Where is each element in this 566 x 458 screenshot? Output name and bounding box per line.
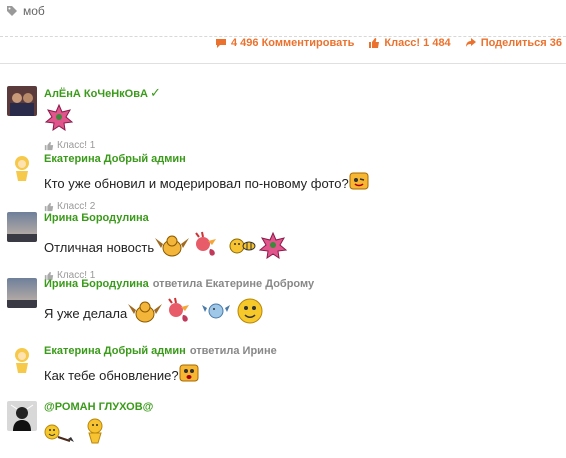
avatar[interactable] bbox=[7, 86, 37, 116]
flower-sticker-icon bbox=[258, 231, 288, 264]
separator bbox=[0, 63, 566, 64]
love-bird-sticker-icon bbox=[190, 231, 222, 264]
comment-body: Екатерина Добрый админ Кто уже обновил и… bbox=[44, 153, 562, 212]
comment-author[interactable]: Ирина Бородулина bbox=[44, 278, 149, 290]
blue-bird-sticker-icon bbox=[201, 298, 231, 329]
comment-item: АлЁнА КоЧеНкОвА ✓ Класс! 1 bbox=[7, 86, 562, 151]
comment-like-count: Класс! 2 bbox=[57, 201, 96, 212]
surprised-smiley-icon bbox=[179, 364, 199, 387]
like-count: Класс! 1 484 bbox=[384, 37, 451, 49]
wink-smiley-icon bbox=[349, 172, 369, 195]
comment-author[interactable]: @РОМАН ГЛУХОВ@ bbox=[44, 401, 153, 413]
comment-text bbox=[44, 416, 562, 449]
flower-sticker-icon bbox=[44, 103, 74, 136]
post-actions: 4 496 Комментировать Класс! 1 484 Подели… bbox=[215, 37, 562, 49]
avatar[interactable] bbox=[7, 345, 37, 375]
verified-check-icon: ✓ bbox=[149, 85, 161, 100]
comment-text: Отличная новость bbox=[44, 231, 562, 264]
tag-label: моб bbox=[23, 4, 45, 18]
yellow-bird-sticker-icon bbox=[154, 232, 190, 263]
comment-body: АлЁнА КоЧеНкОвА ✓ Класс! 1 bbox=[44, 86, 562, 151]
reply-to-label[interactable]: ответила Ирине bbox=[190, 345, 277, 357]
thumbs-up-icon bbox=[368, 37, 380, 49]
comment-text-content: Как тебе обновление? bbox=[44, 367, 179, 383]
comment-text bbox=[44, 103, 562, 136]
love-bird-sticker-icon bbox=[163, 297, 195, 330]
comment-item: Ирина Бородулина ответила Екатерине Добро… bbox=[7, 278, 562, 333]
comment-text: Как тебе обновление? bbox=[44, 364, 562, 387]
comment-like[interactable]: Класс! 2 bbox=[44, 201, 562, 212]
comment-item: Ирина Бородулина Отличная новость Класс!… bbox=[7, 212, 562, 281]
like-button[interactable]: Класс! 1 484 bbox=[368, 37, 451, 49]
comment-body: @РОМАН ГЛУХОВ@ bbox=[44, 401, 562, 449]
yellow-bird-sticker-icon bbox=[127, 298, 163, 329]
tag-row[interactable]: моб bbox=[6, 4, 45, 18]
bee-smiley-icon bbox=[228, 234, 258, 261]
comment-author[interactable]: АлЁнА КоЧеНкОвА bbox=[44, 88, 148, 100]
smiley-face-icon bbox=[235, 297, 265, 330]
comment-item: @РОМАН ГЛУХОВ@ bbox=[7, 401, 562, 451]
avatar[interactable] bbox=[7, 401, 37, 431]
share-button[interactable]: Поделиться 36 bbox=[465, 37, 562, 49]
avatar[interactable] bbox=[7, 153, 37, 183]
comment-text: Кто уже обновил и модерировал по-новому … bbox=[44, 172, 562, 195]
comment-body: Ирина Бородулина ответила Екатерине Добро… bbox=[44, 278, 562, 330]
comment-item: Екатерина Добрый админ ответила Ирине Как… bbox=[7, 345, 562, 390]
share-count: Поделиться 36 bbox=[480, 37, 562, 49]
yellow-chick-sticker-icon bbox=[80, 416, 110, 449]
comment-button[interactable]: 4 496 Комментировать bbox=[215, 37, 354, 49]
comment-body: Ирина Бородулина Отличная новость Класс!… bbox=[44, 212, 562, 281]
comment-author[interactable]: Ирина Бородулина bbox=[44, 212, 149, 224]
comment-count: 4 496 Комментировать bbox=[230, 37, 355, 49]
tag-icon bbox=[6, 5, 18, 17]
comment-text-content: Кто уже обновил и модерировал по-новому … bbox=[44, 175, 349, 191]
comment-author[interactable]: Екатерина Добрый админ bbox=[44, 345, 186, 357]
share-icon bbox=[465, 37, 477, 49]
thumbs-up-icon bbox=[44, 141, 54, 151]
avatar[interactable] bbox=[7, 212, 37, 242]
comment-text-content: Отличная новость bbox=[44, 239, 155, 255]
comment-item: Екатерина Добрый админ Кто уже обновил и… bbox=[7, 153, 562, 212]
avatar[interactable] bbox=[7, 278, 37, 308]
comment-like-count: Класс! 1 bbox=[57, 140, 96, 151]
smiley-with-broom-icon bbox=[44, 417, 80, 448]
comment-icon bbox=[215, 38, 227, 49]
comment-text: Я уже делала bbox=[44, 297, 562, 330]
comment-text-content: Я уже делала bbox=[44, 305, 128, 321]
comment-body: Екатерина Добрый админ ответила Ирине Как… bbox=[44, 345, 562, 387]
reply-to-label[interactable]: ответила Екатерине Доброму bbox=[153, 278, 314, 290]
comment-like[interactable]: Класс! 1 bbox=[44, 140, 562, 151]
thumbs-up-icon bbox=[44, 202, 54, 212]
comment-author[interactable]: Екатерина Добрый админ bbox=[44, 153, 186, 165]
